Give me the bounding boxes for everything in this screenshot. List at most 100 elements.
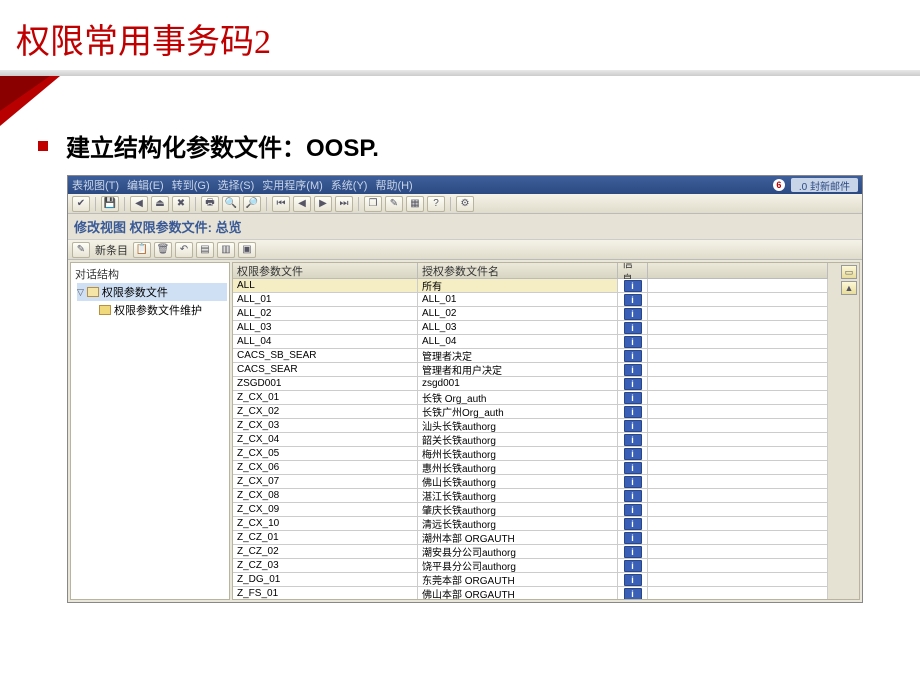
cell-name[interactable]: 所有 — [418, 279, 618, 293]
cell-profile[interactable]: Z_CX_05 — [233, 447, 418, 461]
cell-name[interactable]: 长铁 Org_auth — [418, 391, 618, 405]
cell-profile[interactable]: ALL_02 — [233, 307, 418, 321]
cell-info[interactable]: i — [618, 307, 648, 321]
info-icon[interactable]: i — [624, 476, 642, 488]
cell-info[interactable]: i — [618, 461, 648, 475]
cell-info[interactable]: i — [618, 321, 648, 335]
info-icon[interactable]: i — [624, 420, 642, 432]
info-icon[interactable]: i — [624, 308, 642, 320]
tb-copy-icon[interactable]: 📋 — [133, 242, 151, 258]
tb-shortcut-icon[interactable]: ✎ — [385, 196, 403, 212]
cell-profile[interactable]: ALL_04 — [233, 335, 418, 349]
cell-info[interactable]: i — [618, 573, 648, 587]
cell-info[interactable]: i — [618, 391, 648, 405]
cell-info[interactable]: i — [618, 349, 648, 363]
tree-node-child[interactable]: 权限参数文件维护 — [99, 301, 227, 319]
cell-info[interactable]: i — [618, 377, 648, 391]
cell-profile[interactable]: Z_CX_10 — [233, 517, 418, 531]
cell-profile[interactable]: ALL — [233, 279, 418, 293]
info-icon[interactable]: i — [624, 574, 642, 586]
cell-name[interactable]: 佛山本部 ORGAUTH — [418, 587, 618, 600]
info-icon[interactable]: i — [624, 280, 642, 292]
cell-profile[interactable]: Z_CZ_02 — [233, 545, 418, 559]
col-header-name[interactable]: 授权参数文件名 — [418, 263, 618, 279]
info-icon[interactable]: i — [624, 378, 642, 390]
cell-name[interactable]: 东莞本部 ORGAUTH — [418, 573, 618, 587]
tb-find-icon[interactable]: 🔍 — [222, 196, 240, 212]
tb-custom-icon[interactable]: ⚙ — [456, 196, 474, 212]
cell-info[interactable]: i — [618, 419, 648, 433]
tb-layout-icon[interactable]: ▦ — [406, 196, 424, 212]
tb-next-icon[interactable]: ▶ — [314, 196, 332, 212]
cell-name[interactable]: 肇庆长铁authorg — [418, 503, 618, 517]
cell-name[interactable]: 管理者决定 — [418, 349, 618, 363]
cell-info[interactable]: i — [618, 335, 648, 349]
menu-system[interactable]: 系统(Y) — [331, 177, 368, 193]
cell-info[interactable]: i — [618, 531, 648, 545]
tb-back-icon[interactable]: ◀ — [130, 196, 148, 212]
tb-print-icon[interactable]: 🖶 — [201, 196, 219, 212]
cell-profile[interactable]: CACS_SEAR — [233, 363, 418, 377]
cell-name[interactable]: 潮州本部 ORGAUTH — [418, 531, 618, 545]
tb-findnext-icon[interactable]: 🔎 — [243, 196, 261, 212]
cell-name[interactable]: 汕头长铁authorg — [418, 419, 618, 433]
cell-name[interactable]: 湛江长铁authorg — [418, 489, 618, 503]
cell-name[interactable]: 饶平县分公司authorg — [418, 559, 618, 573]
cell-profile[interactable]: Z_CX_02 — [233, 405, 418, 419]
cell-profile[interactable]: Z_CX_01 — [233, 391, 418, 405]
info-icon[interactable]: i — [624, 364, 642, 376]
new-entry-button[interactable]: 新条目 — [93, 242, 130, 258]
cell-name[interactable]: 梅州长铁authorg — [418, 447, 618, 461]
cell-name[interactable]: 长铁广州Org_auth — [418, 405, 618, 419]
cell-name[interactable]: ALL_03 — [418, 321, 618, 335]
cell-name[interactable]: 韶关长铁authorg — [418, 433, 618, 447]
cell-info[interactable]: i — [618, 279, 648, 293]
menu-utilities[interactable]: 实用程序(M) — [262, 177, 323, 193]
cell-profile[interactable]: Z_CX_07 — [233, 475, 418, 489]
tree-expander-icon[interactable]: ▽ — [77, 287, 84, 298]
info-icon[interactable]: i — [624, 448, 642, 460]
cell-profile[interactable]: ALL_03 — [233, 321, 418, 335]
cell-name[interactable]: 管理者和用户决定 — [418, 363, 618, 377]
cell-profile[interactable]: Z_CZ_01 — [233, 531, 418, 545]
tb-cancel-icon[interactable]: ✖ — [172, 196, 190, 212]
info-icon[interactable]: i — [624, 336, 642, 348]
menu-tableview[interactable]: 表视图(T) — [72, 177, 119, 193]
menu-edit[interactable]: 编辑(E) — [127, 177, 164, 193]
cell-name[interactable]: 佛山长铁authorg — [418, 475, 618, 489]
cell-info[interactable]: i — [618, 447, 648, 461]
cell-name[interactable]: ALL_01 — [418, 293, 618, 307]
info-icon[interactable]: i — [624, 406, 642, 418]
cell-info[interactable]: i — [618, 489, 648, 503]
info-icon[interactable]: i — [624, 322, 642, 334]
info-icon[interactable]: i — [624, 434, 642, 446]
col-header-profile[interactable]: 权限参数文件 — [233, 263, 418, 279]
cell-info[interactable]: i — [618, 545, 648, 559]
tb-undo-icon[interactable]: ↶ — [175, 242, 193, 258]
tb-prev-icon[interactable]: ◀ — [293, 196, 311, 212]
info-icon[interactable]: i — [624, 518, 642, 530]
info-icon[interactable]: i — [624, 294, 642, 306]
cell-profile[interactable]: Z_CZ_03 — [233, 559, 418, 573]
cell-info[interactable]: i — [618, 293, 648, 307]
cell-name[interactable]: zsgd001 — [418, 377, 618, 391]
cell-info[interactable]: i — [618, 475, 648, 489]
info-icon[interactable]: i — [624, 504, 642, 516]
cell-profile[interactable]: CACS_SB_SEAR — [233, 349, 418, 363]
info-icon[interactable]: i — [624, 588, 642, 600]
tb-delete-icon[interactable]: 🗑 — [154, 242, 172, 258]
cell-info[interactable]: i — [618, 405, 648, 419]
notify-icon[interactable]: 6 — [773, 179, 785, 191]
info-icon[interactable]: i — [624, 490, 642, 502]
cell-info[interactable]: i — [618, 587, 648, 600]
cell-name[interactable]: 潮安县分公司authorg — [418, 545, 618, 559]
cell-info[interactable]: i — [618, 363, 648, 377]
cell-name[interactable]: ALL_02 — [418, 307, 618, 321]
cell-profile[interactable]: Z_CX_09 — [233, 503, 418, 517]
tb-save-icon[interactable]: 💾 — [101, 196, 119, 212]
tb-selectall-icon[interactable]: ▤ — [196, 242, 214, 258]
info-icon[interactable]: i — [624, 350, 642, 362]
cell-profile[interactable]: Z_CX_08 — [233, 489, 418, 503]
cell-info[interactable]: i — [618, 503, 648, 517]
cell-profile[interactable]: Z_CX_04 — [233, 433, 418, 447]
